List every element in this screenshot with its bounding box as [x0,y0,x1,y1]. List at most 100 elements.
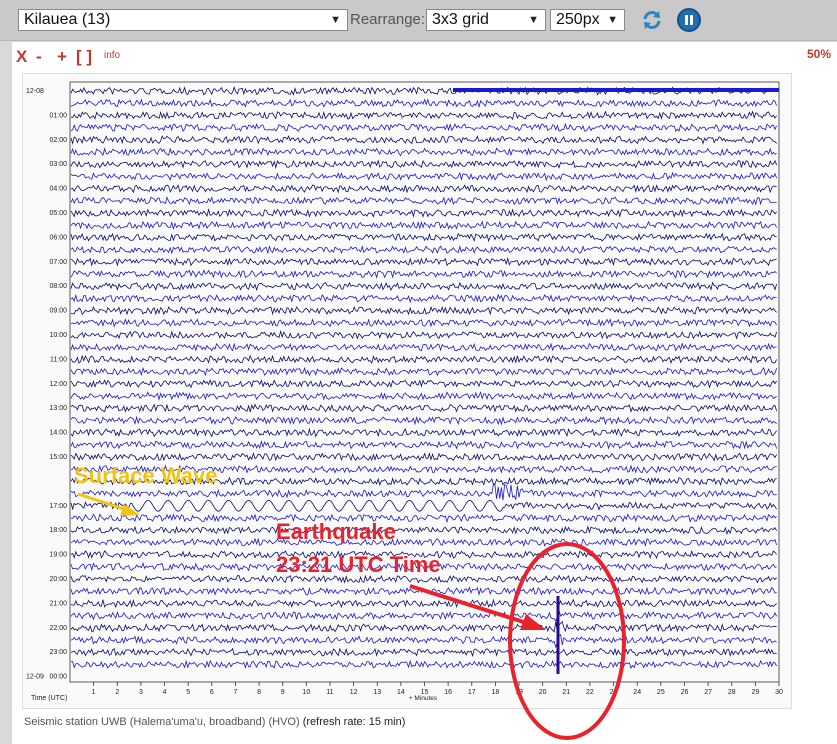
minute-tick-label: 24 [633,689,641,696]
seismic-trace [70,245,777,255]
seismic-trace [70,499,777,512]
minute-tick-label: 20 [539,689,547,696]
fullscreen-button[interactable]: [ ] [76,47,92,67]
minute-tick-label: 10 [302,689,310,696]
pause-icon [685,15,693,25]
station-name: Seismic station UWB (Halema'uma'u, broad… [24,716,300,728]
close-panel-button[interactable]: X [16,47,27,67]
hour-label: 04:00 [49,186,67,193]
seismic-trace [70,122,777,133]
chevron-down-icon: ▼ [528,14,539,26]
seismic-trace [70,147,777,157]
seismic-trace [70,647,777,658]
seismic-trace [70,329,777,340]
hour-label: 15:00 [49,454,67,461]
refresh-rate: (refresh rate: 15 min) [302,716,406,728]
seismic-trace [70,98,777,109]
size-select[interactable]: 250px ▼ [550,9,625,31]
hour-label: 18:00 [49,527,67,534]
hour-label: 22:00 [49,625,67,632]
seismic-trace [70,318,777,328]
toolbar: Kilauea (13) ▼ Rearrange: 3x3 grid ▼ 250… [0,0,837,41]
hour-label: 03:00 [49,161,67,168]
minute-tick-label: 16 [444,689,452,696]
minute-tick-label: 18 [492,689,500,696]
seismic-trace [70,608,777,622]
seismic-trace [70,427,777,438]
seismic-trace [70,257,777,267]
minute-tick-label: 23 [610,689,618,696]
date-end-label: 12-09 [26,674,44,681]
minute-tick-label: 1 [92,689,96,696]
seismic-trace [70,232,777,243]
seismic-trace [70,366,777,377]
refresh-button[interactable] [640,8,664,32]
seismic-trace [70,208,777,218]
seismic-trace [70,378,777,389]
seismic-trace [70,391,777,401]
hour-label: 00:00 [49,674,67,681]
seismic-trace [70,403,777,413]
seismic-trace [70,110,777,120]
minute-tick-label: 21 [562,689,570,696]
seismic-trace [70,305,777,316]
hour-label: 05:00 [49,210,67,217]
chevron-down-icon: ▼ [330,14,341,26]
hour-label: 10:00 [49,332,67,339]
hour-label: 19:00 [49,552,67,559]
hour-label: 12:00 [49,381,67,388]
surface-wave-annotation: Surface Wave [74,463,218,488]
seismic-trace [70,159,777,170]
seismic-trace [70,513,777,524]
grid-select-value: 3x3 grid [432,11,489,28]
minute-tick-label: 28 [728,689,736,696]
hour-label: 01:00 [49,112,67,119]
seismic-trace [70,633,777,649]
hour-label: 14:00 [49,430,67,437]
minute-tick-label: 8 [257,689,261,696]
info-link[interactable]: info [104,50,120,61]
zoom-in-button[interactable]: + [57,47,67,67]
seismic-trace [70,342,777,352]
minute-tick-label: 19 [515,689,523,696]
grid-select[interactable]: 3x3 grid ▼ [426,9,546,31]
minute-tick-label: 26 [681,689,689,696]
x-axis-label: + Minutes [409,695,438,702]
hour-label: 23:00 [49,649,67,656]
hour-label: 09:00 [49,308,67,315]
minute-tick-label: 9 [281,689,285,696]
station-caption: Seismic station UWB (Halema'uma'u, broad… [24,716,405,728]
seismic-trace [70,598,777,609]
hour-label: 02:00 [49,137,67,144]
minute-tick-label: 3 [139,689,143,696]
minute-tick-label: 6 [210,689,214,696]
earthquake-time-annotation: 23:21 UTC Time [276,552,441,577]
seismic-trace [70,415,777,426]
seismic-trace [70,293,777,304]
hour-label: 08:00 [49,283,67,290]
zoom-level: 50% [806,47,831,61]
seismic-trace [70,171,777,182]
minute-tick-label: 5 [186,689,190,696]
seismic-trace [71,659,777,669]
minute-tick-label: 4 [163,689,167,696]
earthquake-annotation: Earthquake [276,519,396,544]
minute-tick-label: 25 [657,689,665,696]
minute-tick-label: 14 [397,689,405,696]
minute-tick-label: 29 [751,689,759,696]
seismic-trace [70,451,777,462]
seismic-trace [70,620,777,634]
chevron-down-icon: ▼ [607,14,618,26]
time-axis-label: Time (UTC) [31,695,67,702]
seismic-trace [70,586,777,596]
station-select[interactable]: Kilauea (13) ▼ [18,9,348,31]
pause-button[interactable] [677,8,701,32]
zoom-out-button[interactable]: - [36,47,42,67]
seismic-trace [70,135,777,145]
hour-label: 06:00 [49,234,67,241]
hour-label: 11:00 [50,356,67,363]
seismic-trace [70,281,777,292]
minute-tick-label: 11 [326,689,333,696]
minute-tick-label: 12 [350,689,358,696]
seismogram: 12-08 01:00 02:00 03:00 04:00 05:00 06:00 07:00… [22,73,792,709]
